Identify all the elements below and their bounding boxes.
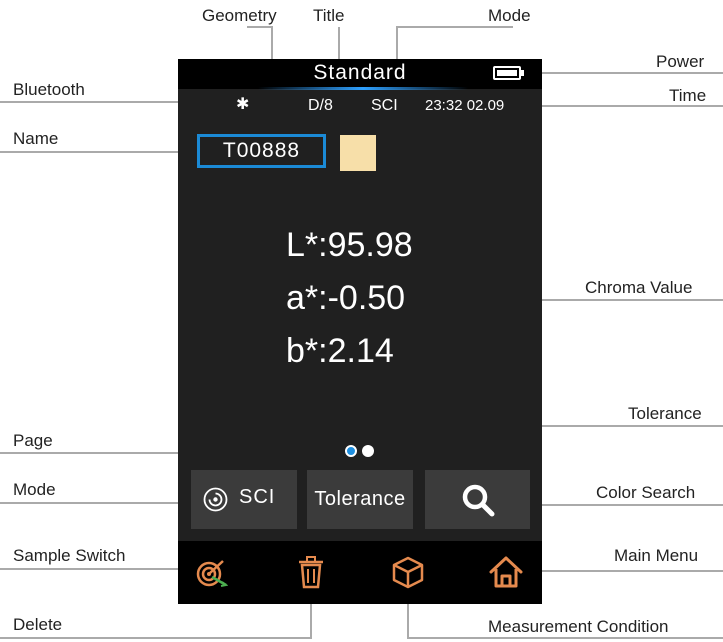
callout-tolerance: Tolerance [628, 404, 702, 423]
callout-sample-switch: Sample Switch [13, 546, 126, 565]
search-icon [462, 484, 495, 517]
color-search-button[interactable] [425, 470, 530, 529]
callout-mode-button: Mode [13, 480, 56, 499]
mode-status: SCI [371, 97, 398, 114]
sample-switch-icon[interactable] [194, 555, 228, 589]
bluetooth-icon: ✱ [236, 96, 250, 113]
time-value: 23:32 [425, 97, 463, 114]
delete-icon[interactable] [294, 555, 328, 589]
sci-mode-icon [203, 487, 228, 512]
callout-mode-top: Mode [488, 6, 531, 25]
mode-button-label: SCI [239, 486, 276, 508]
geometry-value: D/8 [308, 97, 333, 114]
top-bar: Standard [178, 59, 542, 90]
callout-geometry: Geometry [202, 6, 277, 25]
callout-title: Title [313, 6, 345, 25]
callout-page: Page [13, 431, 53, 450]
callout-color-search: Color Search [596, 483, 696, 502]
callout-bluetooth: Bluetooth [13, 80, 85, 99]
page-dot-active[interactable] [345, 445, 357, 457]
home-icon[interactable] [489, 555, 523, 589]
battery-icon [493, 66, 521, 80]
screen-title: Standard [313, 61, 407, 84]
time-date: 23:32 02.09 [425, 97, 504, 114]
callout-power: Power [656, 52, 705, 71]
battery-level-fill [497, 70, 517, 76]
callout-main-menu: Main Menu [614, 546, 699, 565]
chroma-b-value: b*:2.14 [286, 332, 394, 370]
chroma-l-value: L*:95.98 [286, 226, 413, 264]
bottom-nav-bar [178, 541, 542, 604]
callout-time: Time [669, 86, 707, 105]
callout-delete: Delete [13, 615, 63, 634]
callout-name: Name [13, 129, 59, 148]
mode-button[interactable]: SCI [191, 470, 297, 529]
callout-measurement-condition: Measurement Condition [488, 617, 669, 636]
device-screen: Standard ✱ D/8 SCI 23:32 02.09 T00888 L*… [178, 59, 542, 604]
measurement-condition-icon[interactable] [391, 555, 425, 589]
battery-tip [521, 70, 524, 76]
chroma-a-value: a*:-0.50 [286, 279, 406, 317]
color-swatch [340, 135, 376, 171]
title-underline-glow [258, 87, 468, 90]
callout-chroma-value: Chroma Value [585, 278, 693, 297]
tolerance-button[interactable]: Tolerance [307, 470, 413, 529]
sample-name-field[interactable]: T00888 [197, 134, 326, 168]
page-dot-inactive[interactable] [362, 445, 374, 457]
date-value: 02.09 [466, 97, 505, 114]
